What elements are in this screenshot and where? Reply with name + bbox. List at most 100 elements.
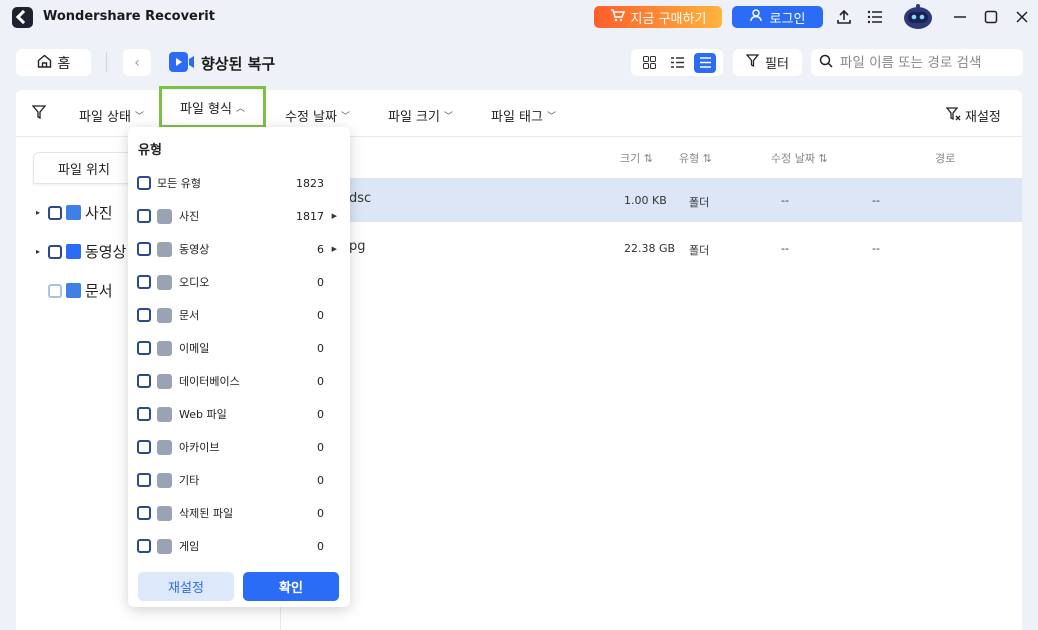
search-input[interactable] [840,54,1020,71]
type-option-archive[interactable]: 아카이브 0 [137,436,342,458]
tree-item-photos[interactable]: ▸ 사진 [36,202,113,223]
option-label: 모든 유형 [157,177,201,190]
expand-arrow-icon[interactable]: ▸ [36,208,44,217]
type-option-other[interactable]: 기타 0 [137,469,342,491]
checkbox[interactable] [137,209,151,223]
type-option-deleted[interactable]: 삭제된 파일 0 [137,502,342,524]
checkbox[interactable] [48,205,62,220]
home-button[interactable]: 홈 [16,49,91,76]
image-icon [66,205,81,220]
option-label: 이메일 [179,342,210,355]
checkbox[interactable] [137,341,151,355]
type-option-game[interactable]: 게임 0 [137,535,342,557]
database-icon [157,373,172,389]
type-option-audio[interactable]: 오디오 0 [137,271,342,293]
title-bar: Wondershare Recoverit 지금 구매하기 로그인 [0,0,1038,34]
image-icon [157,208,172,224]
table-row[interactable]: dsc 1.00 KB 폴더 -- -- [281,178,1022,222]
filter-file-tag[interactable]: 파일 태그 ﹀ [491,106,556,125]
tree-item-videos[interactable]: ▸ 동영상 [36,241,126,262]
type-option-document[interactable]: 문서 0 [137,304,342,326]
type-option-web[interactable]: Web 파일 0 [137,403,342,425]
filter-button[interactable]: 필터 [733,49,802,76]
option-label: 동영상 [179,243,210,256]
chevron-down-icon: ﹀ [443,112,453,122]
filter-funnel-icon[interactable] [31,105,47,123]
type-option-all[interactable]: 모든 유형 1823 [137,172,342,194]
search-box[interactable] [811,49,1023,76]
submenu-arrow-icon[interactable]: ▶ [332,245,337,253]
checkbox[interactable] [137,176,151,190]
minimize-icon[interactable] [948,5,972,29]
option-label: 사진 [179,210,200,223]
submenu-arrow-icon[interactable]: ▶ [332,212,337,220]
option-count: 0 [317,473,324,487]
checkbox[interactable] [137,473,151,487]
document-icon [157,307,172,323]
checkbox[interactable] [137,275,151,289]
expand-arrow-icon[interactable]: ▸ [36,247,44,256]
checkbox[interactable] [137,539,151,553]
chevron-down-icon: ﹀ [546,112,556,122]
option-count: 0 [317,506,324,520]
filter-file-status[interactable]: 파일 상태 ﹀ [79,106,144,125]
type-option-email[interactable]: 이메일 0 [137,337,342,359]
filter-modified-date[interactable]: 수정 날짜 ﹀ [285,106,350,125]
home-icon [37,54,52,72]
detail-view-icon[interactable] [694,52,716,73]
type-option-video[interactable]: 동영상 6 ▶ [137,238,342,260]
buy-now-button[interactable]: 지금 구매하기 [594,6,722,28]
option-count: 1817 [296,209,324,223]
list-view-icon[interactable] [666,53,688,73]
column-header-modified[interactable]: 수정 날짜 ⇅ [771,150,828,166]
filter-file-format-label: 파일 형식 [180,101,232,117]
user-icon [749,8,762,26]
checkbox[interactable] [137,374,151,388]
document-icon [66,283,81,298]
filter-reset-label: 재설정 [965,110,1001,125]
menu-list-icon[interactable] [863,5,887,29]
email-icon [157,340,172,356]
back-button[interactable]: ‹ [123,49,151,76]
row-name: dsc [349,191,372,206]
dropdown-reset-button[interactable]: 재설정 [138,572,234,601]
tree-item-documents[interactable]: 문서 [36,280,113,301]
checkbox[interactable] [137,308,151,322]
grid-view-icon[interactable] [638,53,660,73]
column-header-type[interactable]: 유형 ⇅ [679,150,712,166]
divider [106,52,107,72]
robot-assistant-icon[interactable] [901,4,935,30]
option-count: 0 [317,440,324,454]
checkbox[interactable] [48,244,62,259]
filter-file-size[interactable]: 파일 크기 ﹀ [388,106,453,125]
login-label: 로그인 [769,11,806,27]
game-icon [157,538,172,554]
option-label: 아카이브 [179,441,220,454]
upload-icon[interactable] [832,5,856,29]
filter-file-status-label: 파일 상태 [79,110,131,125]
checkbox[interactable] [137,506,151,520]
web-file-icon [157,406,172,422]
dropdown-title: 유형 [138,143,162,158]
archive-icon [157,439,172,455]
column-header-path[interactable]: 경로 [935,150,955,166]
app-title: Wondershare Recoverit [43,9,215,24]
checkbox[interactable] [137,407,151,421]
dropdown-confirm-button[interactable]: 확인 [243,572,339,601]
login-button[interactable]: 로그인 [732,6,823,28]
type-option-photo[interactable]: 사진 1817 ▶ [137,205,342,227]
filter-file-format[interactable]: 파일 형식 ︿ [159,86,266,128]
maximize-icon[interactable] [979,5,1003,29]
tab-file-location[interactable]: 파일 위치 [33,152,135,184]
home-label: 홈 [57,55,71,72]
filter-reset-button[interactable]: 재설정 [945,106,1001,125]
close-icon[interactable] [1010,5,1034,29]
type-option-database[interactable]: 데이터베이스 0 [137,370,342,392]
tree-item-label: 문서 [85,282,113,300]
column-header-size[interactable]: 크기 ⇅ [620,150,653,166]
option-count: 6 [317,242,324,256]
checkbox[interactable] [137,242,151,256]
checkbox[interactable] [137,440,151,454]
table-row[interactable]: pg 22.38 GB 폴더 -- -- [281,226,1022,270]
checkbox[interactable] [48,283,62,298]
